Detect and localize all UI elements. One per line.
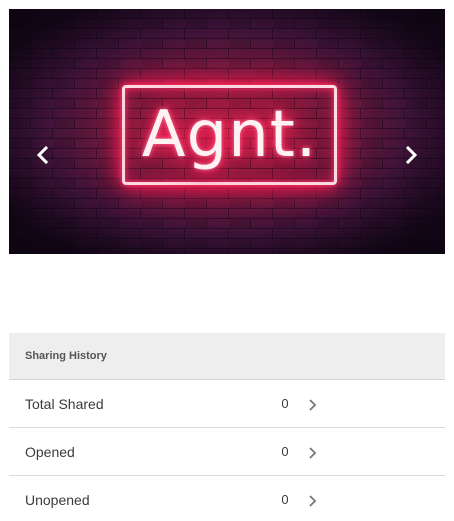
row-label: Total Shared [25,396,104,412]
history-row-unopened[interactable]: Unopened 0 [9,476,445,521]
page: Agnt. Sharing History Total Shared 0 Ope… [0,0,454,521]
chevron-right-icon [405,146,418,164]
row-count: 0 [281,444,289,459]
row-label: Opened [25,444,75,460]
chevron-right-icon [307,494,319,508]
chevron-right-icon [307,398,319,412]
chevron-left-icon [36,146,49,164]
row-count: 0 [281,492,289,507]
carousel-prev-button[interactable] [33,145,53,165]
image-carousel[interactable]: Agnt. [9,9,445,254]
sharing-history-header: Sharing History [9,333,445,380]
neon-sign-text: Agnt. [141,98,318,172]
sharing-history-panel: Sharing History Total Shared 0 Opened 0 … [9,333,445,521]
row-label: Unopened [25,492,90,508]
history-row-opened[interactable]: Opened 0 [9,428,445,476]
sharing-history-title: Sharing History [25,350,107,362]
row-count: 0 [281,396,289,411]
history-row-total-shared[interactable]: Total Shared 0 [9,380,445,428]
chevron-right-icon [307,446,319,460]
carousel-next-button[interactable] [401,145,421,165]
